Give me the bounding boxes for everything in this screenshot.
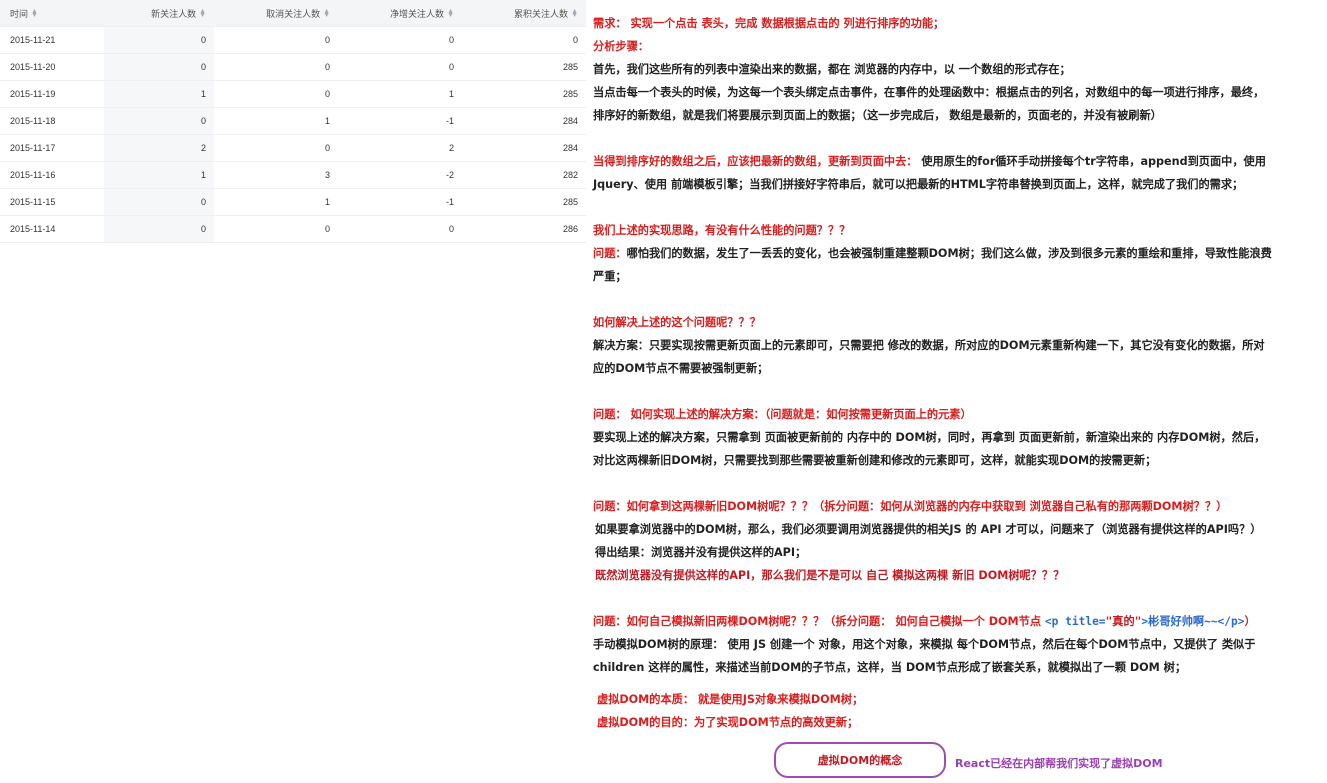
cell-value: 0 <box>104 53 215 81</box>
cell-value: 1 <box>214 107 339 135</box>
table-row: 2015-11-17 2 0 2 284 <box>0 134 586 162</box>
cell-value: 0 <box>104 26 215 54</box>
cell-value: 282 <box>462 161 586 189</box>
cell-date: 2015-11-17 <box>0 134 104 162</box>
cell-value: -1 <box>338 188 462 216</box>
answer-line: 如果要拿浏览器中的DOM树，那么，我们必须要调用浏览器提供的相关JS 的 API… <box>595 523 1262 536</box>
cell-value: 0 <box>338 26 462 54</box>
table-row: 2015-11-16 1 3 -2 282 <box>0 161 586 189</box>
cell-value: 2 <box>338 134 462 162</box>
step-line: Jquery、使用 前端模板引擎；当我们拼接好字符串后，就可以把最新的HTML字… <box>593 178 1244 191</box>
question-line: 问题：如何自己模拟新旧两棵DOM树呢？？？（拆分问题： 如何自己模拟一个 DOM… <box>593 615 1256 628</box>
cell-date: 2015-11-15 <box>0 188 104 216</box>
cell-value: 285 <box>462 53 586 81</box>
cell-value: 0 <box>338 53 462 81</box>
solution-line: 解决方案：只要实现按需更新页面上的元素即可，只需要把 修改的数据，所对应的DOM… <box>593 339 1265 352</box>
solution-line: 应的DOM节点不需要被强制更新； <box>593 362 769 375</box>
cell-value: 3 <box>214 161 339 189</box>
concept-badge: 虚拟DOM的概念 <box>774 742 946 778</box>
problem-line: 问题：哪怕我们的数据，发生了一丢丢的变化，也会被强制重建整颗DOM树；我们这么做… <box>593 247 1272 260</box>
cell-value: 0 <box>214 53 339 81</box>
table-row: 2015-11-21 0 0 0 0 <box>0 26 586 54</box>
cell-value: -1 <box>338 107 462 135</box>
cell-value: 0 <box>338 215 462 243</box>
cell-value: 0 <box>214 215 339 243</box>
sort-icon[interactable]: ▲ ▼ <box>447 8 454 19</box>
cell-value: 2 <box>104 134 215 162</box>
header-total-follows[interactable]: 累积关注人数 ▲ ▼ <box>462 0 586 27</box>
step-line: 当点击每一个表头的时候，为这每一个表头绑定点击事件，在事件的处理函数中：根据点击… <box>593 86 1265 99</box>
problem-line: 严重； <box>593 270 627 283</box>
answer-line: 手动模拟DOM树的原理： 使用 JS 创建一个 对象，用这个对象，来模拟 每个D… <box>593 638 1256 651</box>
cell-value: -2 <box>338 161 462 189</box>
step-line: 首先，我们这些所有的列表中渲染出来的数据，都在 浏览器的内存中，以 一个数组的形… <box>593 63 1071 76</box>
cell-date: 2015-11-21 <box>0 26 104 54</box>
cell-value: 1 <box>104 80 215 108</box>
sort-icon[interactable]: ▲ ▼ <box>31 8 38 19</box>
table-header-row: 时间 ▲ ▼ 新关注人数 ▲ ▼ 取消关注人数 ▲ ▼ 净增关注人数 ▲ ▼ 累积关注人数 ▲ ▼ <box>0 0 586 27</box>
concept-note: React已经在内部帮我们实现了虚拟DOM <box>955 757 1163 770</box>
cell-date: 2015-11-19 <box>0 80 104 108</box>
header-time[interactable]: 时间 ▲ ▼ <box>0 0 104 27</box>
table-row: 2015-11-15 0 1 -1 285 <box>0 188 586 216</box>
cell-date: 2015-11-18 <box>0 107 104 135</box>
cell-value: 1 <box>338 80 462 108</box>
table-row: 2015-11-20 0 0 0 285 <box>0 53 586 81</box>
sort-icon[interactable]: ▲ ▼ <box>199 8 206 19</box>
code-snippet: <p title="真的">彬哥好帅啊~~</p> <box>1044 615 1245 628</box>
cell-date: 2015-11-14 <box>0 215 104 243</box>
answer-line: 要实现上述的解决方案，只需拿到 页面被更新前的 内存中的 DOM树，同时，再拿到… <box>593 431 1266 444</box>
cell-value: 0 <box>104 107 215 135</box>
cell-value: 0 <box>214 26 339 54</box>
cell-value: 0 <box>214 80 339 108</box>
question-line: 问题： 如何实现上述的解决方案：（问题就是：如何按需更新页面上的元素） <box>593 408 972 421</box>
cell-value: 1 <box>104 161 215 189</box>
question-line: 如何解决上述的这个问题呢？？？ <box>593 316 761 329</box>
goal-line: 虚拟DOM的目的：为了实现DOM节点的高效更新； <box>597 716 859 729</box>
question-line: 问题：如何拿到这两棵新旧DOM树呢？？？（拆分问题：如何从浏览器的内存中获取到 … <box>593 500 1228 513</box>
step-line: 排序好的新数组，就是我们将要展示到页面上的数据；（这一步完成后， 数组是最新的，… <box>593 109 1162 122</box>
cell-value: 284 <box>462 134 586 162</box>
cell-value: 0 <box>214 134 339 162</box>
answer-line: 对比这两棵新旧DOM树，只需要找到那些需要被重新创建和修改的元素即可，这样，就能… <box>593 454 1157 467</box>
cell-value: 285 <box>462 80 586 108</box>
answer-line: 得出结果：浏览器并没有提供这样的API； <box>595 546 807 559</box>
header-net-follows[interactable]: 净增关注人数 ▲ ▼ <box>338 0 462 27</box>
table-row: 2015-11-19 1 0 1 285 <box>0 80 586 108</box>
step-line: 当得到排序好的数组之后，应该把最新的数组，更新到页面中去： 使用原生的for循环… <box>593 155 1266 168</box>
cell-value: 286 <box>462 215 586 243</box>
essence-line: 虚拟DOM的本质： 就是使用JS对象来模拟DOM树； <box>597 693 864 706</box>
answer-line: 既然浏览器没有提供这样的API，那么我们是不是可以 自己 模拟这两棵 新旧 DO… <box>595 569 1065 582</box>
notes-panel: 需求： 实现一个点击 表头，完成 数据根据点击的 列进行排序的功能； 分析步骤：… <box>593 12 1321 734</box>
requirement-line: 需求： 实现一个点击 表头，完成 数据根据点击的 列进行排序的功能； <box>593 17 945 30</box>
cell-value: 285 <box>462 188 586 216</box>
stats-table: 时间 ▲ ▼ 新关注人数 ▲ ▼ 取消关注人数 ▲ ▼ 净增关注人数 ▲ ▼ 累积关注人数 ▲ ▼ … <box>0 0 586 243</box>
cell-value: 0 <box>104 215 215 243</box>
answer-line: children 这样的属性，来描述当前DOM的子节点，这样，当 DOM节点形成… <box>593 661 1187 674</box>
cell-date: 2015-11-16 <box>0 161 104 189</box>
sort-icon[interactable]: ▲ ▼ <box>571 8 578 19</box>
cell-date: 2015-11-20 <box>0 53 104 81</box>
sort-icon[interactable]: ▲ ▼ <box>323 8 330 19</box>
table-row: 2015-11-18 0 1 -1 284 <box>0 107 586 135</box>
cell-value: 1 <box>214 188 339 216</box>
cell-value: 284 <box>462 107 586 135</box>
steps-title: 分析步骤： <box>593 40 649 53</box>
cell-value: 0 <box>462 26 586 54</box>
question-line: 我们上述的实现思路，有没有什么性能的问题？？？ <box>593 224 851 237</box>
header-new-follows[interactable]: 新关注人数 ▲ ▼ <box>104 0 215 27</box>
table-row: 2015-11-14 0 0 0 286 <box>0 215 586 243</box>
cell-value: 0 <box>104 188 215 216</box>
header-unfollows[interactable]: 取消关注人数 ▲ ▼ <box>214 0 339 27</box>
